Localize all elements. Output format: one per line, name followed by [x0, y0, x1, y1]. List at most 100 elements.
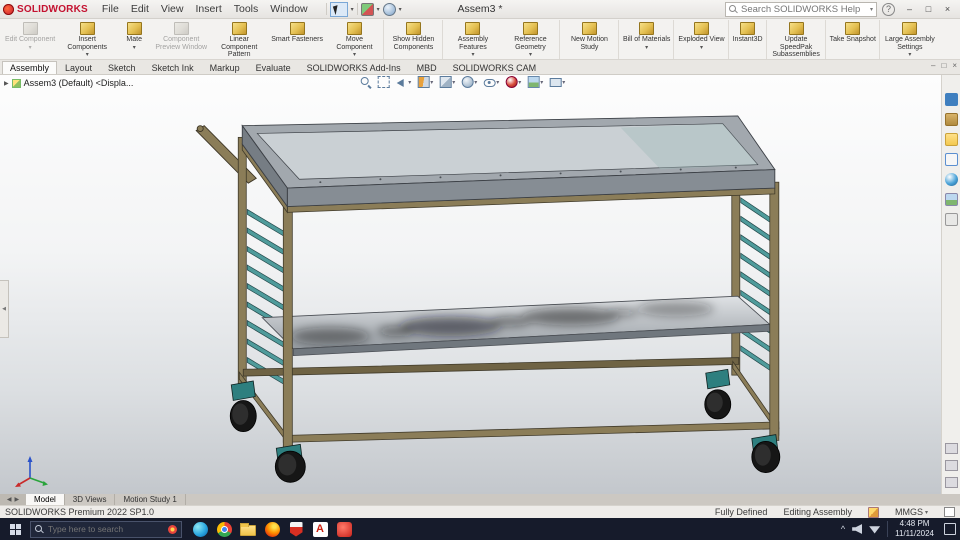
task-pane-icon[interactable] [944, 443, 958, 454]
select-caret-icon[interactable]: ▾ [351, 6, 354, 13]
volume-icon[interactable] [852, 524, 863, 534]
firefox-icon[interactable] [260, 518, 284, 540]
menu-item[interactable]: Window [264, 2, 313, 16]
ribbon-button[interactable]: Linear Component Pattern [210, 20, 268, 59]
command-tab[interactable]: Markup [202, 61, 248, 74]
minimize-button[interactable]: – [900, 1, 919, 17]
document-tab[interactable]: 3D Views [65, 494, 116, 505]
units-selector[interactable]: MMGS ▾ [895, 507, 928, 517]
command-tab[interactable]: SOLIDWORKS Add-Ins [299, 61, 409, 74]
ribbon-button[interactable]: Component Preview Window [152, 20, 210, 59]
command-tab[interactable]: Sketch [100, 61, 144, 74]
appearances-icon[interactable] [944, 173, 958, 186]
display-style-icon[interactable] [461, 76, 477, 88]
zoom-to-fit-icon[interactable] [359, 76, 371, 88]
doc-maximize-button[interactable]: □ [941, 61, 946, 70]
letter-a-app-icon[interactable]: A [308, 518, 332, 540]
maximize-button[interactable]: □ [919, 1, 938, 17]
hidden-icons-chevron[interactable]: ^ [841, 525, 845, 534]
view-palette-icon[interactable] [944, 153, 958, 166]
select-tool-button[interactable] [329, 1, 348, 17]
red-app-icon[interactable] [332, 518, 356, 540]
options-icon[interactable] [382, 2, 396, 16]
viewport-layout-icon[interactable] [944, 507, 955, 517]
menu-item[interactable]: Edit [125, 2, 155, 16]
ribbon-button-icon [740, 22, 756, 35]
expand-arrow-icon[interactable]: ▶ [4, 80, 9, 87]
ribbon-button[interactable]: Update SpeedPak Subassemblies [768, 20, 826, 59]
options-caret-icon[interactable]: ▾ [399, 6, 402, 13]
taskbar-clock[interactable]: 4:48 PM 11/11/2024 [895, 519, 934, 539]
scroll-left-icon[interactable]: ◀ [7, 496, 12, 503]
chrome-icon[interactable] [212, 518, 236, 540]
ribbon-button[interactable]: New Motion Study [561, 20, 619, 59]
ribbon-button[interactable]: Reference Geometry [502, 20, 560, 59]
menu-item[interactable]: Tools [228, 2, 265, 16]
command-tab[interactable]: SOLIDWORKS CAM [445, 61, 545, 74]
panel-flyout-handle[interactable]: ◀ [0, 280, 9, 338]
file-explorer-taskbar-icon[interactable] [236, 518, 260, 540]
ribbon-button-label: Smart Fasteners [271, 36, 323, 43]
file-explorer-icon[interactable] [944, 133, 958, 146]
command-tab[interactable]: Evaluate [248, 61, 299, 74]
resources-home-icon[interactable] [944, 93, 958, 106]
shield-app-icon[interactable] [284, 518, 308, 540]
rebuild-icon[interactable] [360, 2, 374, 16]
ribbon-button[interactable]: Bill of Materials [620, 20, 675, 59]
status-icon[interactable] [867, 506, 879, 518]
view-settings-icon[interactable] [549, 77, 565, 87]
zoom-to-area-icon[interactable] [377, 76, 390, 88]
doc-close-button[interactable]: × [952, 61, 957, 70]
design-library-icon[interactable] [944, 113, 958, 126]
search-caret-icon[interactable]: ▾ [870, 6, 873, 13]
command-tab[interactable]: MBD [409, 61, 445, 74]
task-pane-icon[interactable] [944, 460, 958, 471]
help-search-input[interactable] [741, 3, 867, 15]
section-view-icon[interactable] [417, 76, 433, 88]
help-search[interactable]: ▾ [725, 1, 877, 17]
close-button[interactable]: × [938, 1, 957, 17]
ribbon-button[interactable]: Instant3D [730, 20, 767, 59]
command-tab[interactable]: Layout [57, 61, 100, 74]
ribbon-button[interactable]: Show Hidden Components [385, 20, 443, 59]
viewport-3d[interactable]: ▶ Assem3 (Default) <Displa... ◀ [0, 75, 941, 494]
ribbon-button[interactable]: Take Snapshot [827, 20, 880, 59]
help-icon[interactable]: ? [882, 2, 895, 16]
view-orientation-icon[interactable] [439, 76, 455, 88]
menu-item[interactable]: File [96, 2, 125, 16]
edge-icon[interactable] [188, 518, 212, 540]
menu-item[interactable]: Insert [189, 2, 227, 16]
ribbon-button[interactable]: Move Component [326, 20, 384, 59]
previous-view-icon[interactable] [395, 76, 411, 88]
ribbon-button[interactable]: Mate [116, 20, 152, 59]
ribbon-button-label: Take Snapshot [829, 36, 876, 43]
network-icon[interactable] [869, 526, 881, 534]
feature-tree-root[interactable]: ▶ Assem3 (Default) <Displa... [4, 78, 133, 88]
ribbon-button[interactable]: Smart Fasteners [268, 20, 326, 59]
doc-minimize-button[interactable]: – [931, 61, 935, 70]
scroll-right-icon[interactable]: ▶ [15, 496, 20, 503]
start-button[interactable] [0, 518, 30, 540]
ribbon-button[interactable]: Insert Components [58, 20, 116, 59]
rebuild-caret-icon[interactable]: ▾ [377, 6, 380, 13]
ribbon-button[interactable]: Edit Component [2, 20, 58, 59]
flyout-arrow-icon: ◀ [2, 306, 6, 312]
edit-appearance-icon[interactable] [505, 76, 521, 88]
custom-properties-icon[interactable] [944, 213, 958, 226]
document-tab[interactable]: Motion Study 1 [115, 494, 186, 505]
taskbar-search-input[interactable] [48, 524, 164, 534]
command-tab[interactable]: Sketch Ink [144, 61, 202, 74]
ribbon-button[interactable]: Assembly Features [444, 20, 502, 59]
scenes-icon[interactable] [944, 193, 958, 206]
hide-show-items-icon[interactable] [483, 77, 499, 87]
apply-scene-icon[interactable] [527, 76, 543, 88]
ribbon-button[interactable]: Exploded View [675, 20, 729, 59]
tab-scroll-buttons[interactable]: ◀ ▶ [0, 494, 26, 505]
taskbar-search[interactable] [30, 520, 182, 538]
document-tab[interactable]: Model [26, 494, 65, 505]
menu-item[interactable]: View [155, 2, 190, 16]
ribbon-button[interactable]: Large Assembly Settings [881, 20, 939, 59]
action-center-icon[interactable] [944, 523, 956, 535]
task-pane-icon[interactable] [944, 477, 958, 488]
command-tab[interactable]: Assembly [2, 61, 58, 74]
